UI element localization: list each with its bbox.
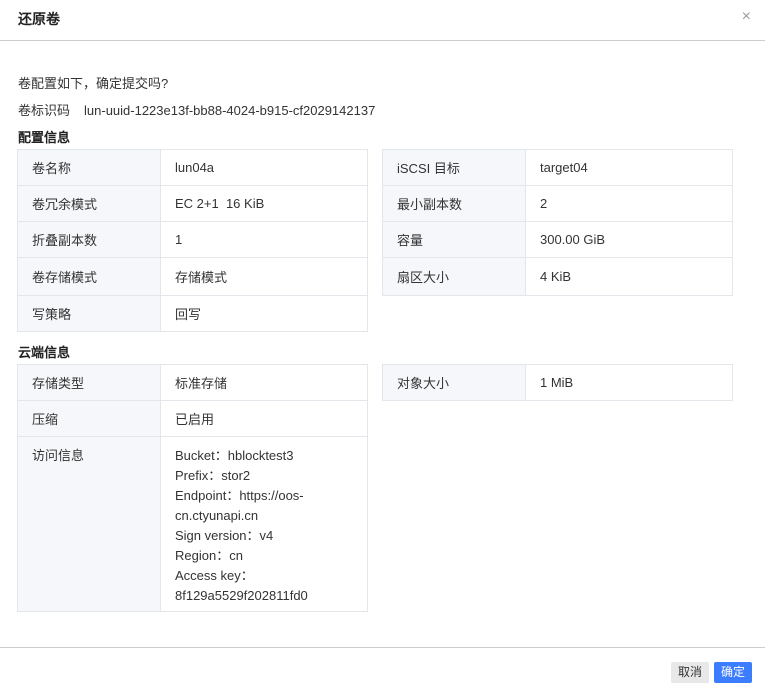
field-label: 最小副本数 [382,185,526,222]
table-row: 卷存储模式 存储模式 [17,257,368,296]
field-value: 2 [525,185,733,222]
table-row: 对象大小 1 MiB [382,364,733,401]
field-label: 扇区大小 [382,257,526,296]
field-value: lun04a [160,149,368,186]
table-row: 扇区大小 4 KiB [382,257,733,296]
dialog-header: 还原卷 × [0,0,765,41]
access-line: Prefix：stor2 [175,468,251,483]
field-label: 卷存储模式 [17,257,161,296]
table-row: 存储类型 标准存储 [17,364,368,401]
footer-divider [0,647,765,648]
access-line: Sign version：v4 [175,528,274,543]
table-row: 最小副本数 2 [382,185,733,222]
access-line: 8f129a5529f202811fd0 [175,588,308,603]
table-row: 压缩 已启用 [17,400,368,437]
table-row: 容量 300.00 GiB [382,221,733,258]
field-label: 折叠副本数 [17,221,161,258]
confirm-button[interactable]: 确定 [714,662,753,683]
access-line: cn.ctyunapi.cn [175,508,259,523]
field-label: 访问信息 [17,436,161,612]
field-label: iSCSI 目标 [382,149,526,186]
field-value: 1 [160,221,368,258]
field-value: 4 KiB [525,257,733,296]
access-line: Endpoint：https://oos- [175,488,304,503]
table-row: 写策略 回写 [17,295,368,332]
field-value: 存储模式 [160,257,368,296]
field-value: 300.00 GiB [525,221,733,258]
dialog-title: 还原卷 [18,11,60,27]
uuid-value: lun-uuid-1223e13f-bb88-4024-b915-cf20291… [84,103,376,118]
uuid-row: 卷标识码 lun-uuid-1223e13f-bb88-4024-b915-cf2… [18,100,375,119]
cancel-button[interactable]: 取消 [671,662,710,683]
field-value: 已启用 [160,400,368,437]
access-line: Bucket：hblocktest3 [175,448,294,463]
config-right-table: iSCSI 目标 target04 最小副本数 2 容量 300.00 GiB 扇区大… [382,149,733,296]
field-value: EC 2+1 16 KiB [160,185,368,222]
table-row: 访问信息 Bucket：hblocktest3 Prefix：stor2 End… [17,436,368,612]
cloud-left-table: 存储类型 标准存储 压缩 已启用 访问信息 Bucket：hblocktest3 P… [17,364,368,612]
field-value: 1 MiB [525,364,733,401]
access-line: Region：cn [175,548,243,563]
field-label: 对象大小 [382,364,526,401]
access-line: Access key： [175,568,254,583]
field-label: 存储类型 [17,364,161,401]
field-label: 容量 [382,221,526,258]
table-row: 折叠副本数 1 [17,221,368,258]
field-value: target04 [525,149,733,186]
cloud-right-table: 对象大小 1 MiB [382,364,733,401]
field-label: 卷名称 [17,149,161,186]
access-info-value: Bucket：hblocktest3 Prefix：stor2 Endpoint… [160,436,368,612]
confirm-text: 卷配置如下，确定提交吗? [18,76,169,91]
field-value: 回写 [160,295,368,332]
table-row: 卷名称 lun04a [17,149,368,186]
config-left-table: 卷名称 lun04a 卷冗余模式 EC 2+1 16 KiB 折叠副本数 1 卷存储模… [17,149,368,332]
cloud-heading: 云端信息 [18,345,71,360]
field-value: 标准存储 [160,364,368,401]
config-heading: 配置信息 [18,130,71,145]
table-row: 卷冗余模式 EC 2+1 16 KiB [17,185,368,222]
close-icon[interactable]: × [742,8,751,26]
table-row: iSCSI 目标 target04 [382,149,733,186]
field-label: 写策略 [17,295,161,332]
field-label: 压缩 [17,400,161,437]
field-label: 卷冗余模式 [17,185,161,222]
uuid-label: 卷标识码 [18,103,71,118]
